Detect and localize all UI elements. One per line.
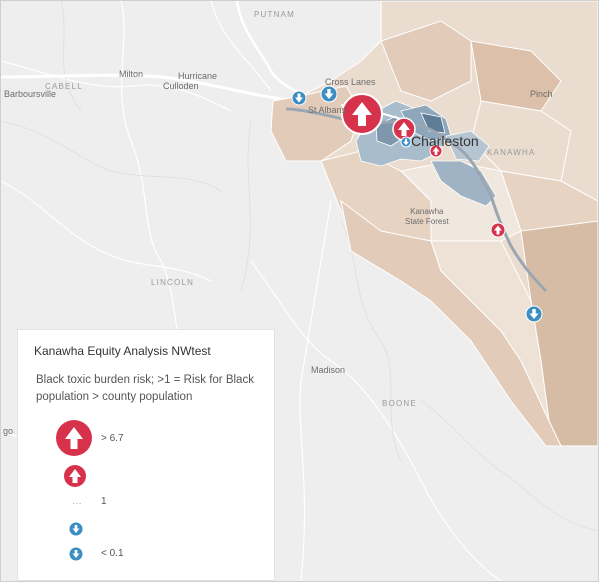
legend-item-label: 1 [101, 496, 107, 507]
label-putnam: PUTNAM [254, 10, 295, 19]
label-madison: Madison [311, 365, 346, 375]
label-kanawha: KANAWHA [487, 148, 536, 157]
label-kanawha-state-forest: Kanawha State Forest [405, 207, 449, 226]
legend-item-lowest: < 0.1 [34, 544, 258, 568]
arrow-up-medium-icon [64, 465, 86, 487]
legend-item-medium [34, 462, 258, 496]
legend-item-high: > 6.7 [34, 416, 258, 462]
risk-arrow-down[interactable] [291, 90, 307, 106]
label-pinch: Pinch [530, 89, 553, 99]
label-cross-lanes: Cross Lanes [325, 77, 376, 87]
label-st-albans: St Albans [308, 105, 347, 115]
risk-arrow-up-large[interactable] [341, 93, 383, 135]
dots-icon: … [72, 496, 82, 507]
label-boone: BOONE [382, 399, 417, 408]
legend-item-label: < 0.1 [101, 548, 124, 559]
legend-item-neutral: … 1 [34, 496, 258, 520]
legend-title: Kanawha Equity Analysis NWtest [34, 344, 211, 358]
legend-item-label: > 6.7 [101, 433, 124, 444]
risk-arrow-up-small[interactable] [490, 222, 506, 238]
legend-panel: Kanawha Equity Analysis NWtest Black tox… [17, 329, 275, 581]
label-milton: Milton [119, 69, 144, 79]
label-hurricane: Hurricane [178, 71, 218, 81]
risk-arrow-down[interactable] [400, 136, 412, 148]
legend-description: Black toxic burden risk; >1 = Risk for B… [36, 374, 254, 403]
risk-arrow-down[interactable] [320, 85, 338, 103]
label-culloden: Culloden [163, 81, 199, 91]
arrow-up-large-icon [56, 420, 92, 456]
label-partial-place: go [3, 426, 14, 436]
label-charleston: Charleston [411, 133, 479, 149]
legend-item-low [34, 520, 258, 544]
label-lincoln: LINCOLN [151, 278, 195, 287]
arrow-down-small-icon [69, 522, 83, 536]
map-view[interactable]: PUTNAM CABELL Milton Hurricane Culloden … [0, 0, 599, 582]
risk-arrow-down[interactable] [525, 305, 543, 323]
label-barboursville: Barboursville [4, 89, 57, 99]
arrow-down-small-icon [69, 547, 83, 561]
